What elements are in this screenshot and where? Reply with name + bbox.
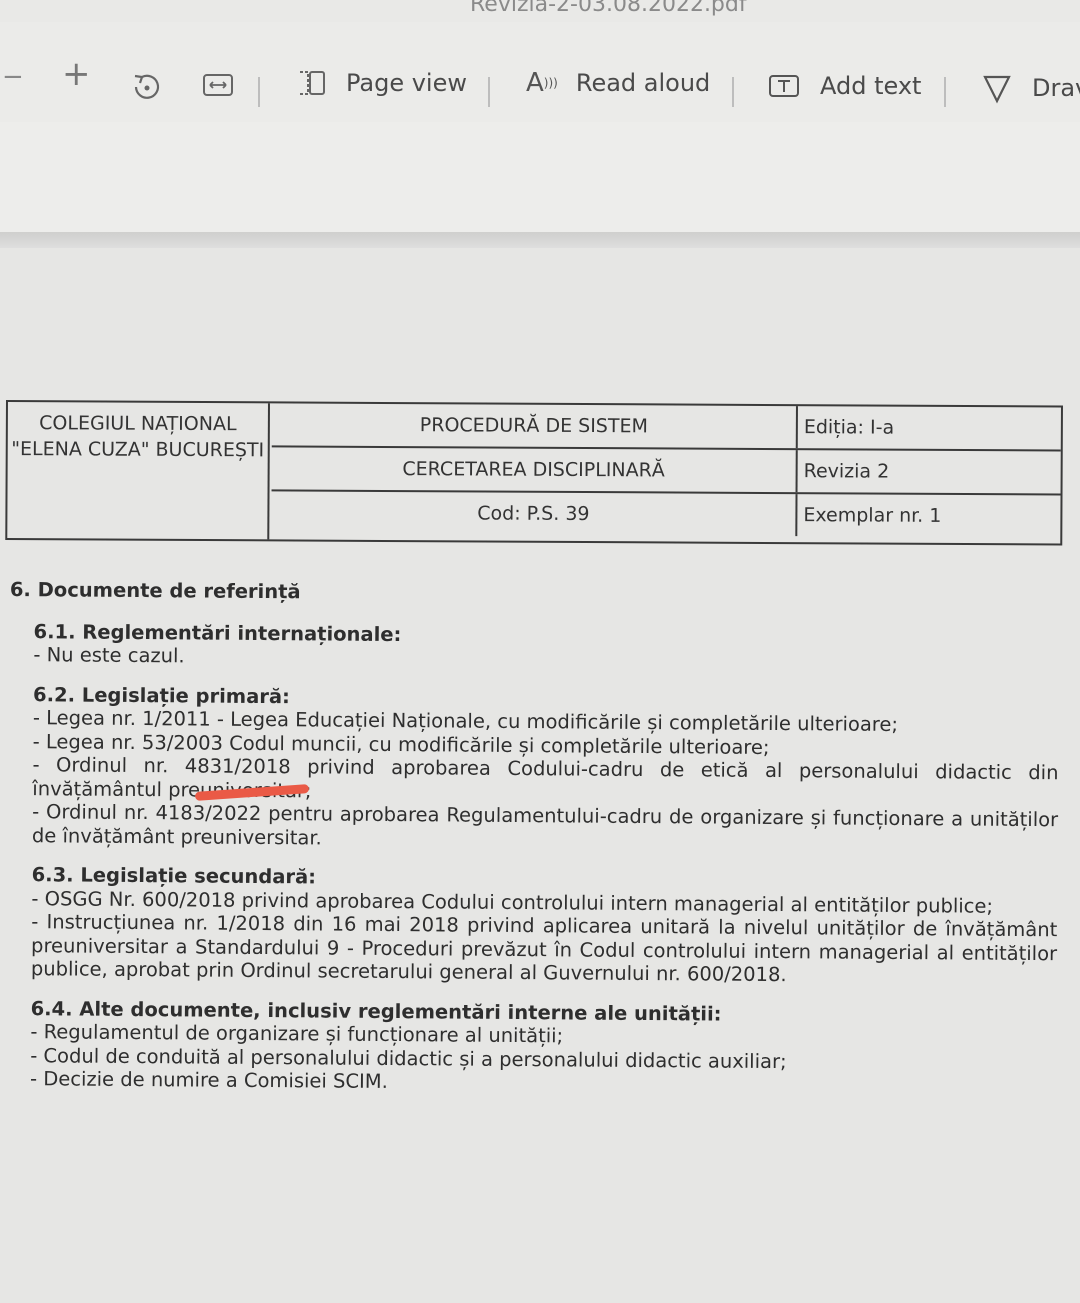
fit-width-icon — [203, 74, 233, 96]
edition: Ediția: I-a — [803, 416, 895, 439]
viewer-background — [0, 122, 1080, 232]
revision: Revizia 2 — [803, 460, 890, 483]
read-aloud-button[interactable]: A))) Read aloud — [526, 68, 710, 98]
add-text-button[interactable]: Add text — [768, 72, 921, 100]
rotate-icon — [134, 74, 160, 99]
fit-width-button[interactable] — [202, 72, 234, 98]
subsection-6-3: 6.3. Legislație secundară: - OSGG Nr. 60… — [31, 863, 1058, 989]
window-title-bar: Revizia-2-03.08.2022.pdf — [0, 0, 1080, 22]
plus-icon: + — [62, 54, 91, 94]
read-aloud-icon: A))) — [526, 68, 558, 98]
list-item: - Ordinul nr. 4183/2022 pentru aprobarea… — [31, 800, 1059, 849]
zoom-out-button[interactable]: − — [2, 62, 24, 92]
header-table: COLEGIUL NAȚIONAL "ELENA CUZA" BUCUREȘTI… — [5, 400, 1063, 546]
institution-line-1: COLEGIUL NAȚIONAL — [39, 412, 237, 436]
read-aloud-label: Read aloud — [575, 69, 711, 97]
subsection-6-4: 6.4. Alte documente, inclusiv reglementă… — [30, 997, 1057, 1099]
pdf-toolbar: − + Page view A))) Read aloud Add text D… — [0, 22, 1080, 122]
page-view-button[interactable]: Page view — [296, 68, 467, 98]
toolbar-separator — [258, 77, 260, 107]
toolbar-separator — [944, 77, 946, 107]
add-text-label: Add text — [820, 72, 922, 100]
toolbar-separator — [488, 77, 490, 107]
subsection-6-2: 6.2. Legislație primară: - Legea nr. 1/2… — [32, 683, 1059, 856]
copy-number: Exemplar nr. 1 — [803, 504, 942, 527]
page-edge-shadow — [0, 232, 1080, 248]
page-view-label: Page view — [346, 69, 467, 97]
zoom-in-button[interactable]: + — [62, 54, 91, 94]
draw-label: Drav — [1032, 74, 1080, 102]
institution-cell: COLEGIUL NAȚIONAL "ELENA CUZA" BUCUREȘTI — [7, 402, 270, 540]
institution-line-2: "ELENA CUZA" BUCUREȘTI — [11, 438, 265, 462]
list-item: - Ordinul nr. 4831/2018 privind aprobare… — [32, 753, 1059, 802]
page-view-icon — [300, 71, 325, 95]
header-row: CERCETAREA DISCIPLINARĂ Revizia 2 — [271, 447, 1061, 496]
list-item: - Instrucțiunea nr. 1/2018 din 16 mai 20… — [30, 910, 1058, 987]
procedure-type: PROCEDURĂ DE SISTEM — [271, 403, 798, 449]
document-body: 6. Documente de referință 6.1. Reglement… — [6, 578, 1060, 1115]
header-row: Cod: P.S. 39 Exemplar nr. 1 — [271, 491, 1060, 537]
draw-icon — [983, 75, 1011, 104]
subsection-6-1: 6.1. Reglementări internaționale: - Nu e… — [33, 620, 1059, 675]
minus-icon: − — [2, 62, 24, 92]
draw-button[interactable]: Drav — [982, 72, 1080, 104]
window-title: Revizia-2-03.08.2022.pdf — [470, 0, 747, 17]
procedure-name: CERCETAREA DISCIPLINARĂ — [271, 447, 798, 493]
procedure-code: Cod: P.S. 39 — [271, 491, 798, 537]
rotate-button[interactable] — [130, 70, 164, 104]
add-text-icon — [769, 75, 799, 97]
header-row: PROCEDURĂ DE SISTEM Ediția: I-a — [271, 403, 1061, 452]
toolbar-separator — [732, 77, 734, 107]
